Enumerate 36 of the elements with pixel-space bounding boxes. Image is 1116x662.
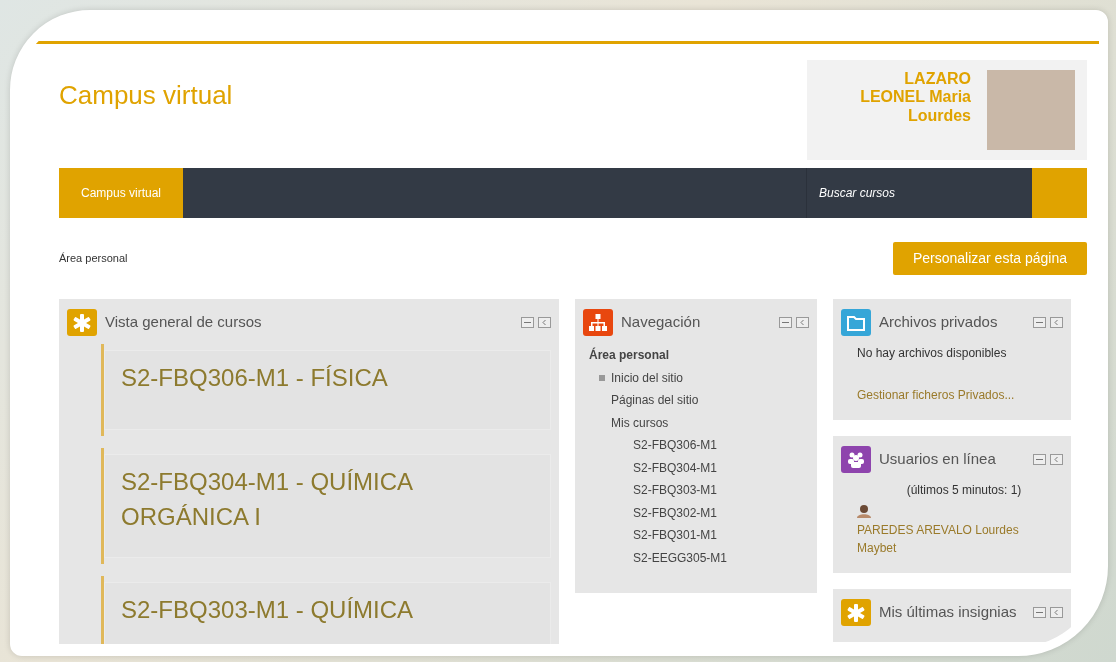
dock-icon[interactable] bbox=[1050, 607, 1063, 618]
user-name: LAZARO LEONEL Maria Lourdes bbox=[859, 70, 971, 126]
dock-icon[interactable] bbox=[1050, 454, 1063, 465]
dock-icon[interactable] bbox=[538, 317, 551, 328]
nav-tree-item[interactable]: Inicio del sitio bbox=[611, 366, 684, 389]
sitemap-icon bbox=[589, 313, 607, 332]
block-title: Navegación bbox=[621, 312, 702, 333]
collapse-icon[interactable] bbox=[1033, 454, 1046, 465]
block-title: Vista general de cursos bbox=[105, 312, 263, 333]
breadcrumb-link[interactable]: Área personal bbox=[59, 250, 128, 267]
collapse-icon[interactable] bbox=[1033, 607, 1046, 618]
online-users-summary: (últimos 5 minutos: 1) bbox=[905, 482, 1023, 499]
block-title: Mis últimas insignias bbox=[879, 602, 1018, 623]
empty-files-message: No hay archivos disponibles bbox=[856, 345, 1008, 362]
nav-tree-item[interactable]: S2-FBQ302-M1 bbox=[633, 501, 718, 524]
asterisk-icon bbox=[73, 313, 91, 332]
nav-tree-item[interactable]: S2-FBQ303-M1 bbox=[633, 479, 718, 502]
collapse-icon[interactable] bbox=[1033, 317, 1046, 328]
block-title: Usuarios en línea bbox=[879, 449, 997, 470]
nav-tree-item[interactable]: Área personal bbox=[589, 344, 670, 367]
nav-tree-item[interactable]: Páginas del sitio bbox=[611, 389, 699, 412]
folder-icon bbox=[847, 313, 865, 332]
users-icon bbox=[847, 450, 865, 469]
nav-tree-item[interactable]: S2-FBQ304-M1 bbox=[633, 456, 718, 479]
block-title: Archivos privados bbox=[879, 312, 999, 333]
collapse-icon[interactable] bbox=[779, 317, 792, 328]
nav-tree-item[interactable]: Mis cursos bbox=[611, 411, 669, 434]
collapse-icon[interactable] bbox=[521, 317, 534, 328]
bullet-icon bbox=[599, 374, 605, 381]
nav-tree-item[interactable]: S2-FBQ301-M1 bbox=[633, 524, 718, 547]
nav-tree-item[interactable]: S2-FBQ306-M1 bbox=[633, 434, 718, 457]
dock-icon[interactable] bbox=[1050, 317, 1063, 328]
user-avatar-icon bbox=[857, 504, 871, 518]
nav-tree-item[interactable]: S2-EEGG305-M1 bbox=[633, 546, 728, 569]
dock-icon[interactable] bbox=[796, 317, 809, 328]
asterisk-icon bbox=[847, 603, 865, 622]
